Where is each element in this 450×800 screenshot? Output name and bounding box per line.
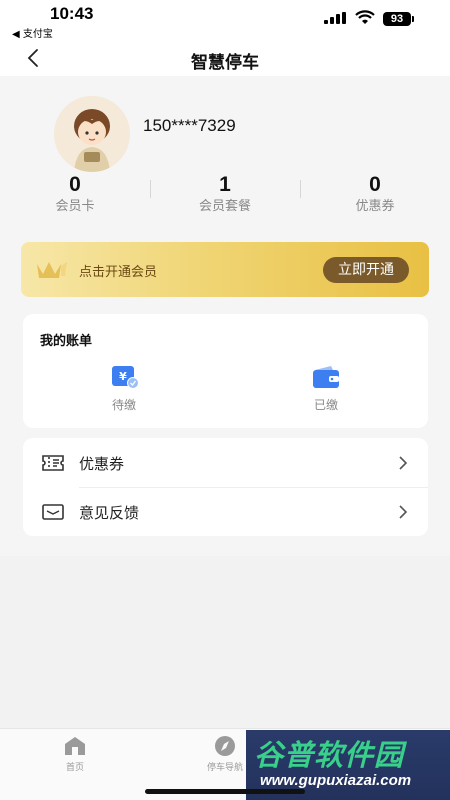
stat-label: 会员套餐: [198, 199, 251, 214]
stat-label: 会员卡: [55, 199, 95, 214]
stat-label: 优惠券: [355, 199, 395, 214]
stat-membership-card[interactable]: 0 会员卡: [0, 172, 150, 216]
stats-row: 0 会员卡 1 会员套餐 0 优惠券: [0, 172, 450, 218]
home-icon: [65, 737, 85, 755]
nav-bar: 智慧停车: [0, 40, 450, 76]
activate-vip-button[interactable]: 立即开通: [323, 257, 409, 283]
bill-paid-label: 已缴: [313, 398, 338, 412]
compass-icon: [215, 736, 235, 756]
bills-card: 我的账单 ¥ 待缴 已缴: [23, 314, 428, 428]
stat-value: 1: [219, 173, 231, 196]
envelope-icon: [42, 504, 64, 520]
ticket-icon: [42, 455, 64, 471]
crown-icon: [37, 262, 67, 278]
bill-pending-label: 待缴: [111, 398, 136, 412]
stat-coupons[interactable]: 0 优惠券: [300, 172, 450, 216]
tab-label: 首页: [65, 763, 84, 773]
page-title: 智慧停车: [191, 53, 259, 73]
home-indicator: [145, 789, 305, 794]
watermark-url: www.gupuxiazai.com: [260, 772, 412, 789]
cartoon-avatar-icon: [54, 96, 130, 172]
stat-value: 0: [69, 173, 81, 196]
profile-section: 150****7329 0 会员卡 1 会员套餐 0 优惠券 点击开通会员 立即…: [0, 76, 450, 556]
vip-banner[interactable]: 点击开通会员 立即开通: [21, 242, 429, 297]
wallet-icon: [313, 366, 339, 388]
svg-text:¥: ¥: [119, 370, 127, 383]
menu-card: 优惠券 意见反馈: [23, 438, 428, 536]
yen-bill-icon: ¥: [112, 366, 139, 389]
signal-icon: [324, 12, 348, 24]
menu-item-coupons[interactable]: 优惠券: [23, 438, 428, 488]
bill-paid-button[interactable]: 已缴: [276, 364, 376, 413]
status-time: 10:43: [50, 4, 94, 23]
menu-item-label: 优惠券: [79, 455, 125, 473]
menu-item-feedback[interactable]: 意见反馈: [23, 487, 428, 536]
chevron-right-icon: [399, 456, 408, 470]
phone-number: 150****7329: [143, 116, 236, 135]
back-to-app-link[interactable]: ◀ 支付宝: [12, 25, 53, 40]
watermark-title: 谷普软件园: [254, 738, 405, 772]
status-bar: 10:43 ◀ 支付宝 93: [0, 0, 450, 40]
tab-home[interactable]: 首页: [30, 735, 120, 773]
stat-value: 0: [369, 173, 381, 196]
avatar[interactable]: [54, 96, 130, 172]
bills-title: 我的账单: [40, 334, 93, 349]
wifi-icon: [355, 10, 375, 24]
vip-promo-text: 点击开通会员: [79, 265, 158, 280]
stat-membership-package[interactable]: 1 会员套餐: [150, 172, 300, 216]
bill-pending-button[interactable]: ¥ 待缴: [74, 364, 174, 413]
menu-item-label: 意见反馈: [79, 504, 140, 522]
chevron-right-icon: [399, 505, 408, 519]
battery-icon: 93: [383, 12, 414, 26]
